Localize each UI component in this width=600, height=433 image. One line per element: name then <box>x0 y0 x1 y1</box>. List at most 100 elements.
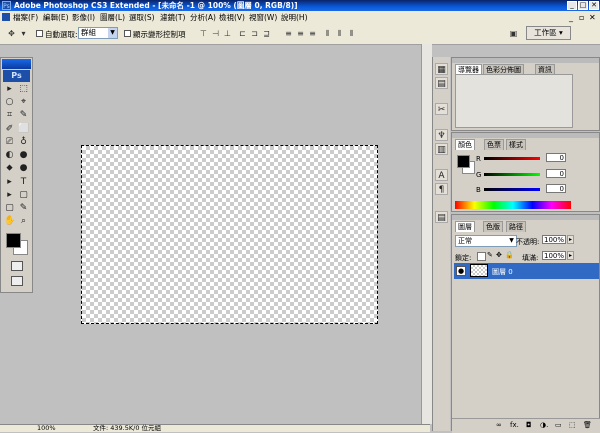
lasso-tool-icon[interactable]: ○ <box>4 97 15 108</box>
align-right-icon[interactable]: ⊒ <box>261 29 272 39</box>
adjustment-layer-icon[interactable]: ◑. <box>540 421 548 429</box>
opacity-value[interactable]: 100% <box>542 235 566 244</box>
eraser-tool-icon[interactable]: ◐ <box>4 150 15 161</box>
tools-preset-icon[interactable]: ✂ <box>435 103 448 115</box>
healing-brush-tool-icon[interactable]: ✐ <box>4 124 15 135</box>
menu-help[interactable]: 說明(H) <box>281 11 308 24</box>
fill-value[interactable]: 100% <box>542 251 566 260</box>
tab-channels[interactable]: 色版 <box>483 221 503 232</box>
channel-b-value[interactable]: 0 <box>546 184 566 193</box>
eye-icon[interactable]: ● <box>456 266 466 276</box>
menu-image[interactable]: 影像(I) <box>72 11 95 24</box>
screen-mode-icon[interactable] <box>11 276 23 286</box>
distribute-right-icon[interactable]: ⦀ <box>346 29 357 39</box>
align-bottom-icon[interactable]: ⊥ <box>222 29 233 39</box>
gradient-tool-icon[interactable]: ● <box>18 150 29 161</box>
character-icon[interactable]: A <box>435 169 448 181</box>
close-button[interactable]: ✕ <box>589 1 599 10</box>
lock-pixels-icon[interactable]: ✎ <box>487 251 493 259</box>
fill-arrow-icon[interactable]: ▸ <box>567 251 574 260</box>
channel-g-value[interactable]: 0 <box>546 169 566 178</box>
layer-comps-icon[interactable]: ▤ <box>435 211 448 223</box>
menu-analysis[interactable]: 分析(A) <box>190 11 216 24</box>
distribute-left-icon[interactable]: ⦀ <box>322 29 333 39</box>
channel-r-slider[interactable] <box>484 157 540 160</box>
channel-b-slider[interactable] <box>484 188 540 191</box>
document-canvas[interactable] <box>81 145 378 324</box>
panel-header[interactable] <box>452 215 599 220</box>
hand-tool-icon[interactable]: ✋ <box>4 216 15 227</box>
menu-window[interactable]: 視窗(W) <box>249 11 277 24</box>
doc-restore-icon[interactable]: ▫ <box>579 13 584 22</box>
clone-source-icon[interactable]: ▥ <box>435 143 448 155</box>
blur-tool-icon[interactable]: ⬥ <box>4 163 15 174</box>
layer-style-icon[interactable]: fx. <box>510 421 519 429</box>
tab-layers[interactable]: 圖層 <box>455 221 475 232</box>
slice-tool-icon[interactable]: ✎ <box>18 110 29 121</box>
tab-paths[interactable]: 路徑 <box>506 221 526 232</box>
type-tool-icon[interactable]: T <box>18 177 29 188</box>
menu-edit[interactable]: 編輯(E) <box>43 11 69 24</box>
shape-tool-icon[interactable]: ▢ <box>18 190 29 201</box>
distribute-top-icon[interactable]: ≡ <box>283 29 294 39</box>
blend-mode-dropdown[interactable]: 正常 ▼ <box>455 235 517 247</box>
align-left-icon[interactable]: ⊏ <box>237 29 248 39</box>
notes-tool-icon[interactable]: ▢ <box>4 203 15 214</box>
menu-view[interactable]: 檢視(V) <box>219 11 245 24</box>
history-icon[interactable]: ▤ <box>435 77 448 89</box>
new-layer-icon[interactable]: ⬚ <box>569 421 576 429</box>
panel-header[interactable] <box>452 58 599 63</box>
dodge-tool-icon[interactable]: ● <box>18 163 29 174</box>
align-top-icon[interactable]: ⊤ <box>198 29 209 39</box>
align-hcenter-icon[interactable]: ⊐ <box>249 29 260 39</box>
workspace-button[interactable]: 工作區 ▾ <box>526 26 571 40</box>
document-vertical-scrollbar[interactable] <box>421 44 432 424</box>
channel-g-slider[interactable] <box>484 173 540 176</box>
history-brush-tool-icon[interactable]: ♁ <box>18 137 29 148</box>
magic-wand-tool-icon[interactable]: ⌖ <box>18 97 29 108</box>
doc-close-icon[interactable]: ✕ <box>589 13 596 22</box>
lock-position-icon[interactable]: ✥ <box>496 251 502 259</box>
zoom-tool-icon[interactable]: ⌕ <box>18 216 29 227</box>
layer-mask-icon[interactable]: ◘ <box>526 421 532 429</box>
link-layers-icon[interactable]: ∞ <box>496 421 502 429</box>
distribute-bottom-icon[interactable]: ≡ <box>307 29 318 39</box>
doc-minimize-icon[interactable]: _ <box>569 13 573 22</box>
color-spectrum-bar[interactable] <box>455 201 571 209</box>
distribute-hcenter-icon[interactable]: ⦀ <box>334 29 345 39</box>
chevron-down-icon[interactable]: ▼ <box>108 28 117 38</box>
layer-row[interactable]: ● 圖層 0 <box>454 263 599 279</box>
clone-stamp-tool-icon[interactable]: ⎚ <box>4 137 15 148</box>
pen-tool-icon[interactable]: ▸ <box>4 177 15 188</box>
move-tool-icon[interactable]: ▸ <box>4 84 15 95</box>
lock-transparency-icon[interactable] <box>477 252 486 261</box>
brushes-icon[interactable]: ♆ <box>435 129 448 141</box>
toolbox-header[interactable] <box>2 59 31 69</box>
minimize-button[interactable]: _ <box>567 1 577 10</box>
bridge-icon[interactable]: ▣ <box>508 29 519 39</box>
move-tool-icon[interactable]: ✥ <box>6 29 17 39</box>
eyedropper-tool-icon[interactable]: ✎ <box>18 203 29 214</box>
tab-swatches[interactable]: 色票 <box>484 139 504 150</box>
maximize-button[interactable]: □ <box>578 1 588 10</box>
paragraph-icon[interactable]: ¶ <box>435 183 448 195</box>
delete-layer-icon[interactable]: 🗑 <box>583 421 592 429</box>
brush-tool-icon[interactable]: ⬜ <box>18 124 29 135</box>
lock-all-icon[interactable]: 🔒 <box>505 251 514 259</box>
new-group-icon[interactable]: ▭ <box>555 421 562 429</box>
show-transform-checkbox[interactable] <box>124 30 131 37</box>
menu-layer[interactable]: 圖層(L) <box>100 11 125 24</box>
crop-tool-icon[interactable]: ⌗ <box>4 110 15 121</box>
marquee-tool-icon[interactable]: ⬚ <box>18 84 29 95</box>
tab-color[interactable]: 顏色 <box>455 139 475 150</box>
menu-select[interactable]: 選取(S) <box>129 11 155 24</box>
auto-select-dropdown[interactable]: 群組 ▼ <box>78 27 118 39</box>
menu-file[interactable]: 檔案(F) <box>13 11 38 24</box>
auto-select-checkbox[interactable] <box>36 30 43 37</box>
align-vcenter-icon[interactable]: ⊣ <box>210 29 221 39</box>
navigator-icon[interactable]: ▦ <box>435 63 448 75</box>
tool-preset-arrow-icon[interactable]: ▾ <box>18 29 29 39</box>
path-selection-tool-icon[interactable]: ▸ <box>4 190 15 201</box>
opacity-arrow-icon[interactable]: ▸ <box>567 235 574 244</box>
chevron-down-icon[interactable]: ▼ <box>507 236 516 246</box>
